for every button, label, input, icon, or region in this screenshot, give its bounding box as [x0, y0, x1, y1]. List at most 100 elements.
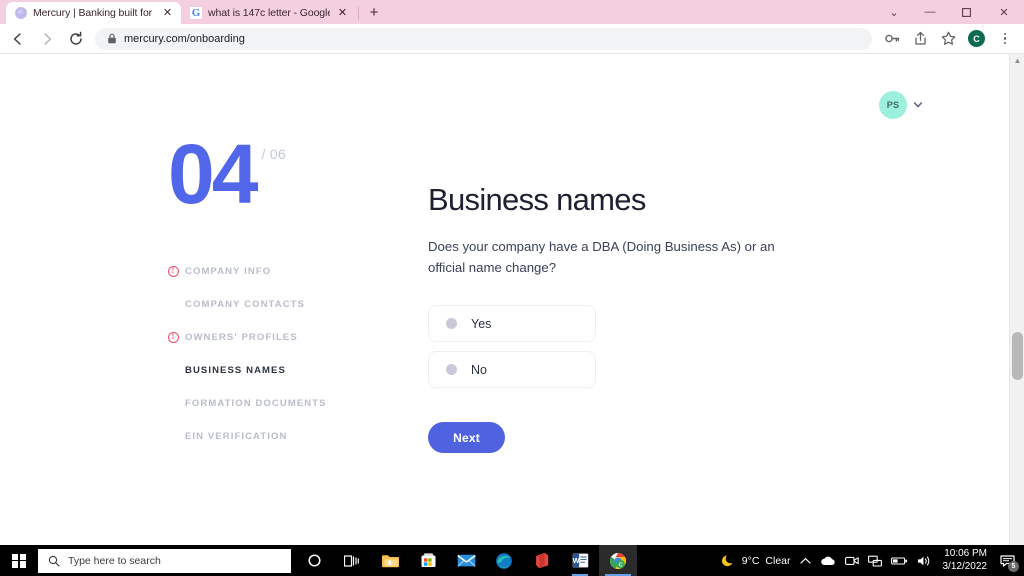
- taskbar-clock[interactable]: 10:06 PM 3/12/2022: [941, 548, 990, 573]
- google-chrome-icon[interactable]: C: [599, 545, 637, 576]
- chevron-down-icon[interactable]: [914, 102, 922, 108]
- notification-center-button[interactable]: 5: [998, 549, 1019, 573]
- scrollbar-thumb[interactable]: [1012, 332, 1023, 380]
- sidebar-item-company-contacts[interactable]: Company Contacts: [168, 288, 398, 321]
- account-menu[interactable]: PS: [879, 91, 922, 119]
- windows-taskbar: Type here to search W C 9°C Clear 10:06 …: [0, 545, 1024, 576]
- close-tab-icon[interactable]: ✕: [161, 7, 174, 20]
- warning-icon: !: [168, 332, 179, 344]
- microsoft-edge-icon[interactable]: [485, 545, 523, 576]
- radio-option-no[interactable]: No: [428, 351, 596, 389]
- tab-title: Mercury | Banking built for startu: [33, 7, 155, 19]
- toolbar-actions: C: [879, 26, 1018, 52]
- maximize-button[interactable]: [948, 0, 984, 24]
- radio-indicator[interactable]: [446, 364, 457, 376]
- browser-tab-google-search[interactable]: G what is 147c letter - Google Sear ✕: [181, 2, 356, 24]
- form-question: Does your company have a DBA (Doing Busi…: [428, 238, 775, 276]
- search-placeholder: Type here to search: [68, 554, 161, 567]
- onboarding-nav: ! Company Info Company Contacts ! Owners…: [168, 255, 398, 453]
- volume-icon[interactable]: [917, 555, 932, 567]
- onboarding-form: Business names Does your company have a …: [428, 182, 828, 454]
- page-scrollbar[interactable]: ▲: [1009, 54, 1024, 545]
- chrome-profile-avatar[interactable]: C: [968, 30, 985, 47]
- weather-condition: Clear: [765, 554, 791, 567]
- radio-option-label: Yes: [471, 316, 492, 331]
- radio-group: Yes No: [428, 305, 596, 389]
- mail-icon[interactable]: [447, 545, 485, 576]
- address-bar[interactable]: mercury.com/onboarding: [95, 27, 872, 50]
- share-icon[interactable]: [907, 26, 933, 52]
- taskbar-apps: W C: [295, 545, 637, 576]
- step-number: 04: [168, 127, 258, 221]
- radio-option-yes[interactable]: Yes: [428, 305, 596, 343]
- clock-time: 10:06 PM: [944, 548, 987, 559]
- file-explorer-icon[interactable]: [371, 545, 409, 576]
- weather-widget[interactable]: 9°C Clear: [721, 553, 791, 568]
- sidebar-item-label: Owners' Profiles: [185, 332, 298, 344]
- onedrive-cloud-icon[interactable]: [820, 555, 836, 566]
- step-total: / 06: [261, 146, 286, 162]
- google-favicon-icon: G: [190, 6, 202, 19]
- network-icon[interactable]: [867, 555, 882, 567]
- page-viewport: PS 04 / 06 ! Company Info: [0, 53, 1024, 545]
- svg-text:C: C: [619, 562, 623, 568]
- sidebar-item-business-names[interactable]: Business Names: [168, 354, 398, 387]
- reload-button[interactable]: [62, 25, 90, 53]
- cortana-icon[interactable]: [295, 545, 333, 576]
- moon-icon: [721, 553, 736, 568]
- office-icon[interactable]: [523, 545, 561, 576]
- browser-titlebar: Mercury | Banking built for startu ✕ G w…: [0, 0, 1024, 24]
- search-icon: [48, 555, 60, 567]
- notification-badge: 5: [1008, 560, 1019, 572]
- taskbar-search-input[interactable]: Type here to search: [38, 548, 291, 573]
- url-text: mercury.com/onboarding: [124, 32, 245, 45]
- svg-text:W: W: [572, 556, 579, 565]
- step-sidebar: 04 / 06 ! Company Info Company Contacts …: [168, 127, 398, 453]
- radio-option-label: No: [471, 362, 487, 377]
- sidebar-item-label: Company Info: [185, 266, 272, 278]
- clock-date: 3/12/2022: [942, 560, 988, 572]
- close-tab-icon[interactable]: ✕: [336, 7, 349, 20]
- bookmark-star-icon[interactable]: [935, 26, 961, 52]
- show-hidden-icons-chevron[interactable]: [799, 557, 811, 565]
- minimize-button[interactable]: —: [912, 0, 948, 24]
- warning-icon: !: [168, 266, 179, 278]
- mercury-favicon-icon: [15, 7, 27, 19]
- start-button[interactable]: [0, 545, 38, 576]
- tab-title: what is 147c letter - Google Sear: [208, 7, 330, 19]
- meet-now-icon[interactable]: [844, 555, 859, 566]
- page-title: Business names: [428, 182, 646, 217]
- chrome-menu-icon[interactable]: [992, 26, 1018, 52]
- password-key-icon[interactable]: [879, 26, 905, 52]
- step-counter: 04 / 06: [168, 127, 398, 221]
- tab-search-icon[interactable]: ⌄: [876, 0, 912, 24]
- tab-divider: [358, 7, 359, 20]
- system-tray: 9°C Clear 10:06 PM 3/12/2022 5: [721, 545, 1024, 576]
- forward-button[interactable]: [33, 25, 61, 53]
- radio-indicator[interactable]: [446, 318, 457, 330]
- microsoft-store-icon[interactable]: [409, 545, 447, 576]
- sidebar-item-owners-profiles[interactable]: ! Owners' Profiles: [168, 321, 398, 354]
- close-window-button[interactable]: ✕: [984, 0, 1024, 24]
- lock-icon: [107, 33, 117, 44]
- weather-temperature: 9°C: [741, 554, 760, 567]
- windows-logo-icon: [12, 553, 26, 568]
- scroll-up-arrow-icon[interactable]: ▲: [1013, 56, 1022, 65]
- sidebar-item-company-info[interactable]: ! Company Info: [168, 255, 398, 288]
- microsoft-word-icon[interactable]: W: [561, 545, 599, 576]
- back-button[interactable]: [4, 25, 32, 53]
- battery-icon[interactable]: [890, 556, 908, 566]
- next-button[interactable]: Next: [428, 422, 505, 454]
- browser-tab-mercury[interactable]: Mercury | Banking built for startu ✕: [6, 2, 181, 24]
- sidebar-item-ein-verification[interactable]: EIN Verification: [168, 420, 398, 453]
- browser-window: Mercury | Banking built for startu ✕ G w…: [0, 0, 1024, 545]
- onboarding-page: PS 04 / 06 ! Company Info: [0, 54, 1009, 545]
- sidebar-item-label: Formation Documents: [185, 398, 327, 410]
- sidebar-item-formation-documents[interactable]: Formation Documents: [168, 387, 398, 420]
- sidebar-item-label: EIN Verification: [185, 431, 288, 443]
- sidebar-item-label: Company Contacts: [185, 299, 305, 311]
- avatar[interactable]: PS: [879, 91, 907, 119]
- task-view-icon[interactable]: [333, 545, 371, 576]
- new-tab-button[interactable]: +: [363, 1, 385, 23]
- window-controls: ⌄ — ✕: [876, 0, 1024, 24]
